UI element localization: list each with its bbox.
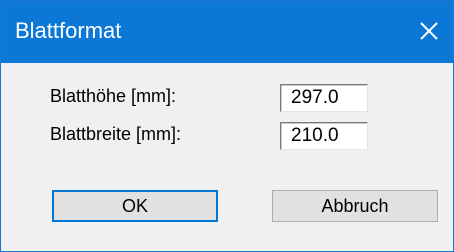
- sheet-height-label: Blatthöhe [mm]:: [50, 86, 177, 106]
- sheet-width-input[interactable]: 210.0: [280, 122, 368, 150]
- close-icon: [420, 22, 438, 40]
- ok-button[interactable]: OK: [52, 190, 218, 222]
- title-bar[interactable]: Blattformat: [1, 1, 453, 63]
- blattformat-dialog: Blattformat Blatthöhe [mm]: 297.0 Blattb…: [0, 0, 454, 252]
- sheet-height-input[interactable]: 297.0: [280, 84, 368, 112]
- window-title: Blattformat: [15, 18, 122, 43]
- dialog-body: Blatthöhe [mm]: 297.0 Blattbreite [mm]: …: [1, 63, 453, 251]
- close-button[interactable]: [405, 1, 453, 63]
- cancel-button[interactable]: Abbruch: [272, 190, 438, 222]
- sheet-width-label: Blattbreite [mm]:: [50, 124, 182, 144]
